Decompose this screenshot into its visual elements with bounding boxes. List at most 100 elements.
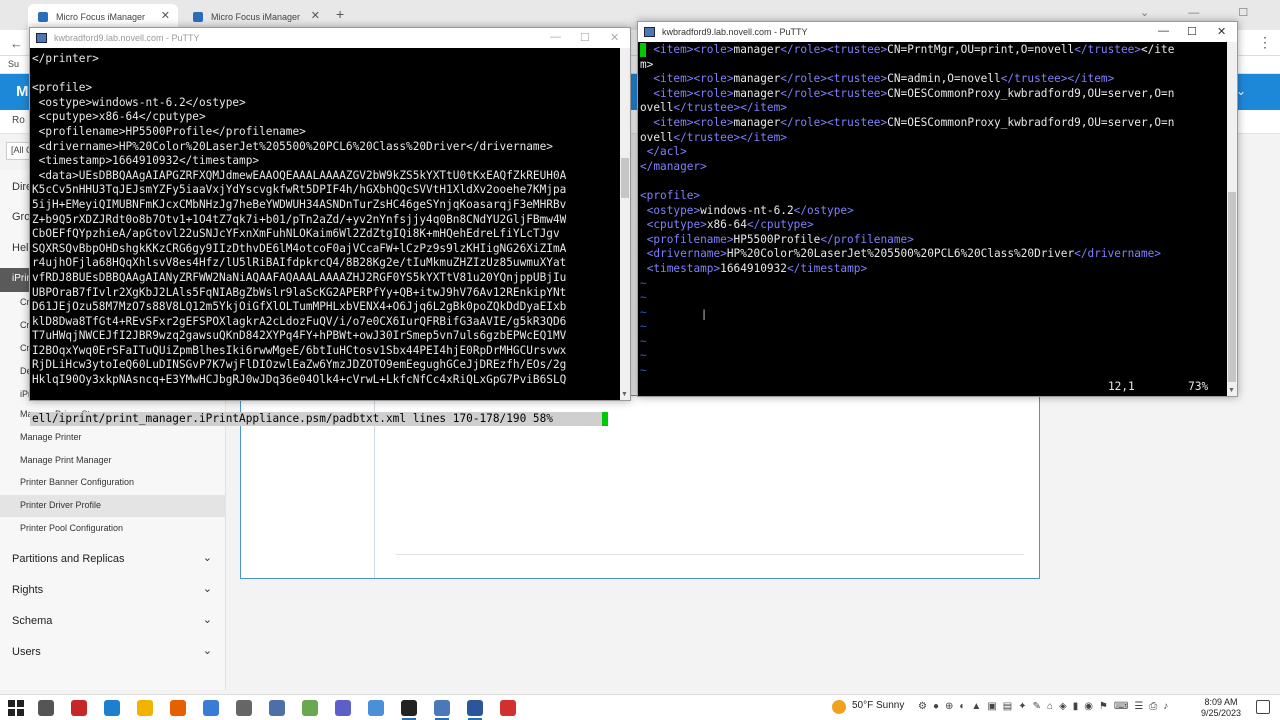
app-word-icon[interactable] [467, 700, 483, 716]
firefox-icon[interactable] [170, 700, 186, 716]
terminal-line: I2BOqxYwq0ErSFaITuQUiZpmBlhesIki6rwwMgeE… [32, 343, 567, 357]
terminal-line: ~ [640, 349, 647, 363]
terminal-line: K5cCv5nHHU3TqJEJsmYZFy5iaaVxjYdYscvgkfwR… [32, 183, 567, 197]
putty-right-title: kwbradford9.lab.novell.com - PuTTY [662, 27, 808, 37]
nav-item-manage-print-manager[interactable]: Manage Print Manager [0, 450, 226, 472]
terminal-line: <ostype>windows-nt-6.2</ostype> [32, 95, 246, 109]
scrollbar-left[interactable]: ▼ [620, 48, 630, 400]
scrollbar-right[interactable]: ▼ [1227, 42, 1237, 396]
text-cursor-icon: I [702, 308, 707, 324]
windows-start-icon[interactable] [8, 700, 24, 716]
terminal-line: r4ujhOFjla68HQqXhlsvV8es4Hfz/lU5lRiBAIfd… [32, 256, 567, 270]
new-tab-icon[interactable]: + [336, 6, 344, 22]
weather-widget[interactable]: 50°F Sunny [832, 700, 908, 716]
putty-icon[interactable] [434, 700, 450, 716]
minimize-icon[interactable]: — [550, 31, 561, 43]
subnav-tab[interactable]: Ro [12, 115, 25, 126]
terminal-line: <data>UEsDBBQAAgAIAPGZRFXQMJdmewEAAOQEAA… [32, 168, 567, 182]
terminal-line: <profilename>HP5500Profile</profilename> [646, 232, 914, 246]
terminal-line: D61JEjOzu58M7MzO7s88V8LQ12m5YkjOiGfXlOLT… [32, 300, 567, 314]
chevron-down-icon: ⌄ [202, 614, 212, 626]
task-view-icon[interactable] [38, 700, 54, 716]
clock-date[interactable]: 9/25/2023 [1196, 708, 1246, 718]
browser-window-controls[interactable]: ⌄ — ☐ [1140, 6, 1266, 19]
terminal-line: <profilename>HP5500Profile</profilename> [32, 124, 306, 138]
scrollbar-thumb[interactable] [621, 158, 629, 198]
nav-item-manage-printer[interactable]: Manage Printer [0, 427, 226, 449]
terminal-line: <ostype>windows-nt-6.2</ostype> [646, 203, 854, 217]
browser-menu-icon[interactable]: ⋮ [1258, 34, 1272, 51]
nav-item-printer-pool-configuration[interactable]: Printer Pool Configuration [0, 518, 226, 540]
terminal-line: vfRDJ8BUEsDBBQAAgAIANyZRFWW2NaNiAQAAFAQA… [32, 270, 567, 284]
notepad-icon[interactable] [302, 700, 318, 716]
app-blue2-icon[interactable] [368, 700, 384, 716]
terminal-line: </printer> [32, 52, 99, 65]
vim-cursor-position: 12,1 [1108, 380, 1135, 393]
windows-taskbar: 50°F Sunny ⚙●⊕◐▲▣▤✦✎⌂◈▮◉⚑⌨☰⎙♪ 8:09 AM 9/… [0, 694, 1280, 720]
nav-section-users[interactable]: Users ⌄ [0, 639, 226, 667]
imanager-logo: M [16, 83, 29, 100]
terminal-line: <item><role>manager</role><trustee>CN=Pr… [653, 43, 1175, 56]
terminal-line: <profile> [640, 188, 701, 202]
browser-tab-1-label: Micro Focus iManager [56, 12, 146, 22]
minimize-icon[interactable]: — [1158, 25, 1169, 37]
putty-window-left[interactable]: kwbradford9.lab.novell.com - PuTTY — ☐ ✕… [29, 27, 631, 426]
app-tools-icon[interactable] [269, 700, 285, 716]
terminal-line: ~ [640, 334, 647, 348]
system-tray-icons[interactable]: ⚙●⊕◐▲▣▤✦✎⌂◈▮◉⚑⌨☰⎙♪ [918, 701, 1174, 712]
terminal-line: <cputype>x86-64</cputype> [646, 218, 814, 232]
terminal-line: <timestamp>1664910932</timestamp> [32, 154, 260, 168]
nav-section-schema[interactable]: Schema ⌄ [0, 608, 226, 636]
nav-section-label: Rights [12, 584, 44, 596]
teams-icon[interactable] [335, 700, 351, 716]
close-tab-icon[interactable]: ✕ [311, 9, 320, 22]
back-arrow-icon[interactable]: ← [10, 36, 23, 51]
scroll-down-arrow-icon[interactable]: ▼ [621, 391, 628, 398]
maximize-icon[interactable]: ☐ [1187, 25, 1197, 38]
terminal-icon[interactable] [401, 700, 417, 716]
terminal-line: UBPOraB7fIvlr2XgKbJ2LAls5FqNIABgZbWslr9l… [32, 285, 567, 299]
nav-item-printer-banner-configuration[interactable]: Printer Banner Configuration [0, 472, 226, 494]
putty-right-titlebar[interactable]: kwbradford9.lab.novell.com - PuTTY — ☐ ✕ [638, 22, 1237, 42]
scroll-down-arrow-icon[interactable]: ▼ [1228, 387, 1235, 394]
imanager-favicon-icon [193, 12, 203, 22]
close-icon[interactable]: ✕ [610, 31, 619, 44]
terminal-line: <drivername>HP%20Color%20LaserJet%205500… [646, 247, 1161, 261]
clock-time[interactable]: 8:09 AM [1196, 697, 1246, 707]
putty-icon [644, 27, 655, 37]
terminal-line: ~ [640, 364, 647, 378]
terminal-line: ~ [640, 320, 647, 334]
terminal-line: <item><role>manager</role><trustee>CN=ad… [653, 72, 1115, 86]
notification-center-icon[interactable] [1256, 700, 1270, 714]
terminal-line: ~ [640, 305, 647, 319]
nav-section-label: Users [12, 646, 41, 658]
nav-section-rights[interactable]: Rights ⌄ [0, 577, 226, 605]
filezilla-icon[interactable] [71, 700, 87, 716]
terminal-line: HklqI90Oy3xkpNAsncq+E3YMwHCJbgRJ0wJDq36e… [32, 373, 567, 387]
vim-file-percent: 73% [1188, 380, 1209, 393]
nav-item-printer-driver-profile[interactable]: Printer Driver Profile [0, 495, 226, 517]
terminal-line: <item><role>manager</role><trustee>CN=OE… [653, 115, 1175, 129]
calculator-icon[interactable] [236, 700, 252, 716]
weather-temp: 50°F [852, 700, 874, 711]
bookmark-item[interactable]: Su [8, 59, 19, 69]
close-icon[interactable]: ✕ [1217, 25, 1226, 38]
close-tab-icon[interactable]: ✕ [161, 9, 170, 22]
terminal-line: T7uHWqjNWCEJfI2JBR9wzq2gawsuQKnD842XYPq4… [32, 329, 567, 343]
nav-section-partitions-and-replicas[interactable]: Partitions and Replicas ⌄ [0, 546, 226, 574]
maximize-icon[interactable]: ☐ [580, 31, 590, 44]
app-blue-icon[interactable] [203, 700, 219, 716]
file-explorer-icon[interactable] [137, 700, 153, 716]
terminal-line: m> [640, 57, 654, 71]
terminal-line: </acl> [646, 145, 687, 159]
app-red-icon[interactable] [500, 700, 516, 716]
putty-left-titlebar[interactable]: kwbradford9.lab.novell.com - PuTTY — ☐ ✕ [30, 28, 630, 48]
edge-icon[interactable] [104, 700, 120, 716]
terminal-output-right[interactable]: <item><role>manager</role><trustee>CN=Pr… [640, 43, 1174, 379]
terminal-line: <timestamp>1664910932</timestamp> [646, 261, 868, 275]
putty-window-right[interactable]: kwbradford9.lab.novell.com - PuTTY — ☐ ✕… [637, 21, 1238, 397]
scrollbar-thumb[interactable] [1228, 192, 1236, 382]
terminal-output-left[interactable]: </printer> <profile> <ostype>windows-nt-… [32, 52, 566, 388]
